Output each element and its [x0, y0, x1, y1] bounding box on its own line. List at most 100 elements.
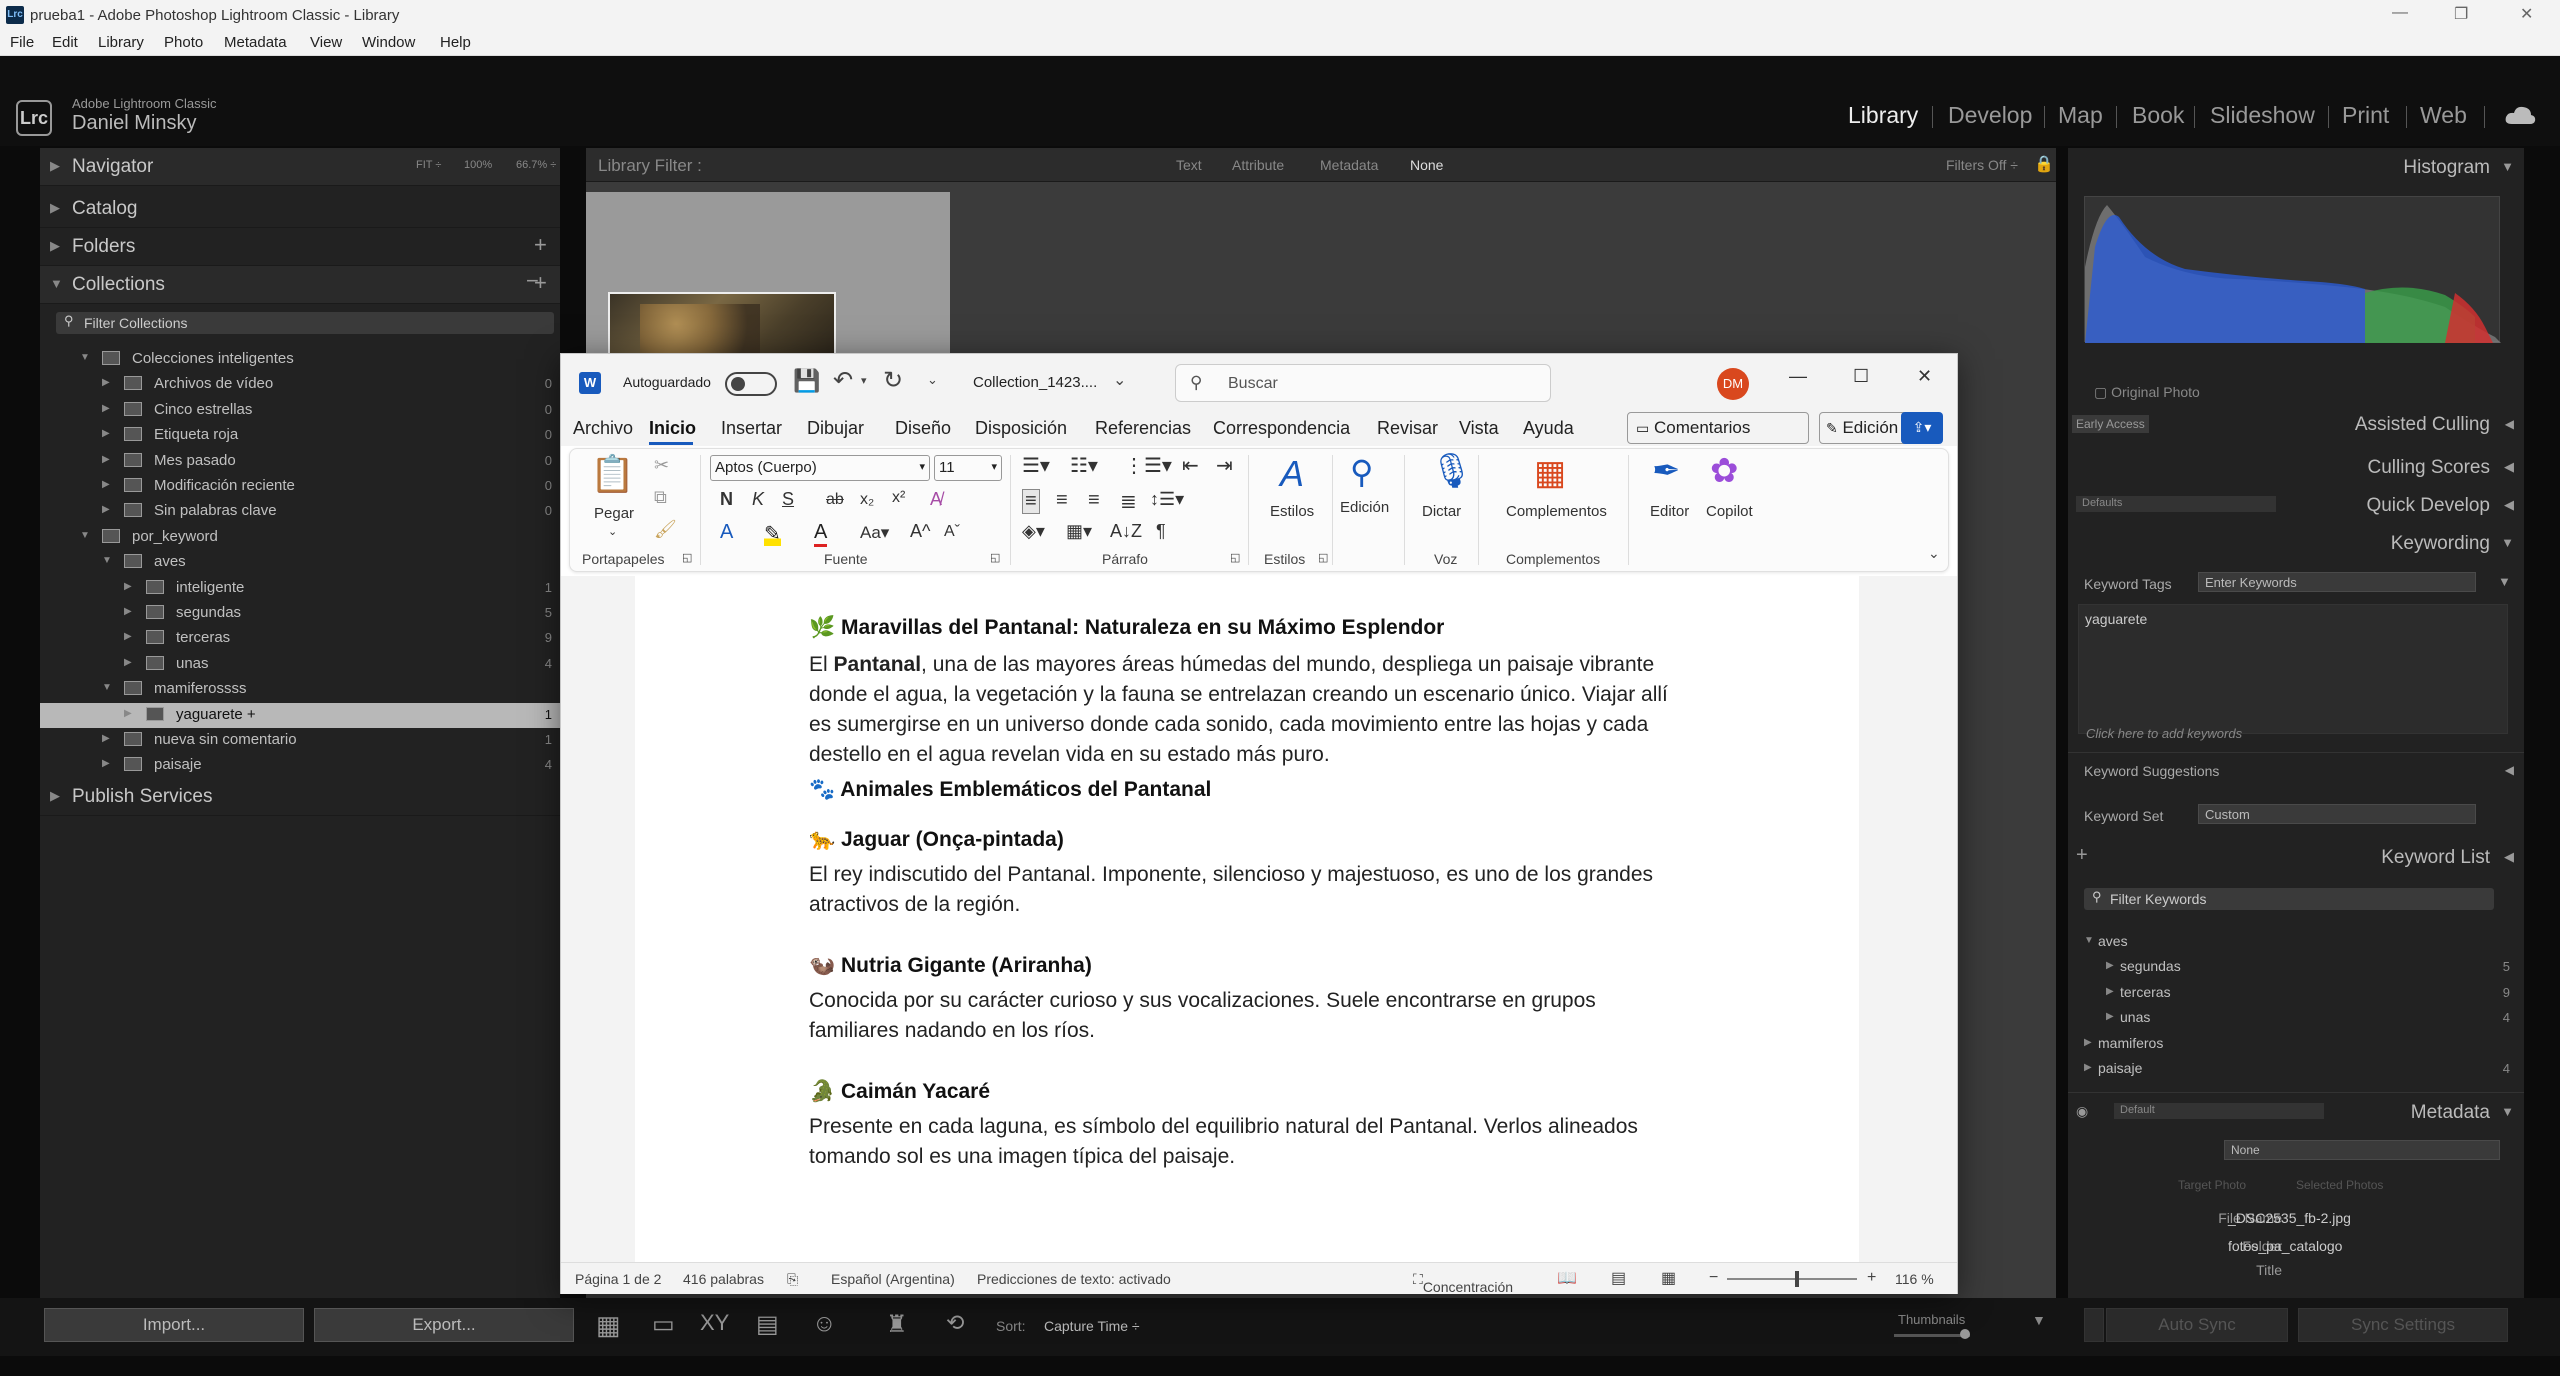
collection-item[interactable]: ▶ nueva sin comentario 1 [40, 728, 560, 753]
keyword-item[interactable]: ▶ terceras 9 [2068, 981, 2524, 1006]
tab-insertar[interactable]: Insertar [721, 418, 782, 439]
cloud-icon[interactable] [2504, 104, 2536, 126]
expand-arrow-icon[interactable]: ▶ [102, 504, 110, 515]
sort-icon[interactable]: A↓Z [1110, 521, 1142, 542]
menu-library[interactable]: Library [98, 34, 144, 51]
document-page[interactable]: 🌿 Maravillas del Pantanal: Naturaleza en… [635, 576, 1859, 1262]
expand-arrow-icon[interactable]: ▶ [124, 708, 132, 719]
save-icon[interactable]: 💾 [793, 368, 820, 394]
proofing-icon[interactable]: ⎘ [787, 1271, 798, 1288]
close-icon[interactable]: ✕ [1917, 366, 1932, 387]
minimize-icon[interactable]: — [1789, 366, 1807, 387]
copilot-icon[interactable]: ✿ [1710, 451, 1739, 491]
grid-view-icon[interactable]: ▦ [596, 1310, 621, 1341]
keyword-list-header[interactable]: + Keyword List ◀ [2068, 838, 2524, 876]
restore-icon[interactable]: ❐ [2454, 4, 2468, 24]
bold-button[interactable]: N [720, 489, 733, 510]
expand-arrow-icon[interactable]: ▶ [2106, 1011, 2114, 1022]
folders-header[interactable]: ▶ Folders + [40, 228, 560, 266]
expand-arrow-icon[interactable]: ▶ [102, 479, 110, 490]
collection-item[interactable]: ▶ Mes pasado 0 [40, 449, 560, 474]
tab-referencias[interactable]: Referencias [1095, 418, 1191, 439]
filter-metadata[interactable]: Metadata [1320, 157, 1378, 173]
customize-qat-icon[interactable]: ⌄ [927, 372, 938, 388]
tab-inicio[interactable]: Inicio [649, 418, 696, 439]
collection-item[interactable]: ▼ por_keyword [40, 525, 560, 550]
dictate-button[interactable]: Dictar [1422, 503, 1461, 520]
shading-icon[interactable]: ◈▾ [1022, 521, 1045, 542]
increase-indent-icon[interactable]: ⇥ [1216, 453, 1233, 478]
microphone-icon[interactable]: 🎙 [1430, 451, 1473, 491]
filter-collections-input[interactable]: ⚲ Filter Collections [56, 312, 554, 334]
defaults-dropdown[interactable]: Defaults [2076, 496, 2276, 512]
spray-can-icon[interactable]: ♜ [886, 1310, 908, 1339]
export-button[interactable]: Export... [314, 1308, 574, 1342]
expand-arrow-icon[interactable]: ▶ [102, 454, 110, 465]
font-size-dropdown[interactable]: 11 ▾ [934, 455, 1002, 481]
metadata-preset-dropdown[interactable]: Default [2114, 1103, 2324, 1119]
collection-item[interactable]: ▶ segundas 5 [40, 601, 560, 626]
avatar[interactable]: DM [1717, 368, 1749, 400]
original-photo-checkbox[interactable]: ▢ Original Photo [2094, 384, 2200, 401]
expand-arrow-icon[interactable]: ▼ [2084, 935, 2094, 946]
format-painter-icon[interactable]: 🖌 [654, 519, 677, 540]
sort-dropdown[interactable]: Capture Time ÷ [1044, 1318, 1140, 1334]
collection-item[interactable]: ▶ terceras 9 [40, 626, 560, 651]
focus-mode[interactable]: ⛶ Concentración [1413, 1271, 1513, 1295]
target-photo-toggle[interactable]: Target Photo [2178, 1178, 2246, 1192]
multilevel-list-icon[interactable]: ⋮☰▾ [1124, 453, 1172, 478]
module-library[interactable]: Library [1848, 102, 1918, 129]
bullets-icon[interactable]: ☰▾ [1022, 453, 1050, 478]
file-name-value[interactable]: _DSC2535_fb-2.jpg [2228, 1210, 2351, 1226]
filter-keywords-input[interactable]: ⚲ Filter Keywords [2084, 888, 2494, 910]
expand-arrow-icon[interactable]: ▶ [102, 377, 110, 388]
expand-arrow-icon[interactable]: ▼ [102, 555, 112, 566]
catalog-header[interactable]: ▶ Catalog [40, 190, 560, 228]
expand-arrow-icon[interactable]: ▶ [124, 657, 132, 668]
folder-value[interactable]: fotos_pa_catalogo [2228, 1238, 2342, 1254]
collection-item[interactable]: ▼ mamiferossss [40, 677, 560, 702]
collection-item[interactable]: ▶ Etiqueta roja 0 [40, 423, 560, 448]
share-button[interactable]: ⇪▾ [1901, 412, 1943, 444]
undo-icon[interactable]: ↶ [833, 366, 853, 395]
menu-photo[interactable]: Photo [164, 34, 203, 51]
comments-button[interactable]: ▭ Comentarios [1627, 412, 1809, 444]
editor-button[interactable]: Editor [1650, 503, 1689, 520]
eye-icon[interactable]: ◉ [2076, 1103, 2088, 1120]
filters-off-dropdown[interactable]: Filters Off ÷ [1946, 157, 2018, 173]
tab-ayuda[interactable]: Ayuda [1523, 418, 1574, 439]
toolbar-menu-icon[interactable]: ▼ [2032, 1312, 2046, 1328]
preset-dropdown[interactable]: None [2224, 1140, 2500, 1160]
highlight-icon[interactable]: ✎ [764, 521, 781, 546]
copy-icon[interactable]: ⧉ [654, 487, 667, 508]
zoom-100[interactable]: 100% [464, 159, 492, 171]
expand-arrow-icon[interactable]: ▶ [102, 403, 110, 414]
collection-item[interactable]: ▶ Modificación reciente 0 [40, 474, 560, 499]
menu-help[interactable]: Help [440, 34, 471, 51]
navigator-header[interactable]: ▶ Navigator FIT ÷ 100% 66.7% ÷ [40, 148, 560, 186]
minimize-icon[interactable]: — [2392, 4, 2408, 22]
metadata-header[interactable]: ◉ Default Metadata ▼ [2068, 1092, 2524, 1130]
collection-item[interactable]: ▶ inteligente 1 [40, 576, 560, 601]
filter-text[interactable]: Text [1176, 157, 1202, 173]
menu-view[interactable]: View [310, 34, 342, 51]
clear-formatting-icon[interactable]: A̸ [930, 489, 942, 510]
thumbnail-cell[interactable] [586, 192, 950, 360]
menu-edit[interactable]: Edit [52, 34, 78, 51]
copilot-button[interactable]: Copilot [1706, 503, 1753, 520]
zoom-custom[interactable]: 66.7% ÷ [516, 159, 556, 171]
expand-arrow-icon[interactable]: ▶ [124, 606, 132, 617]
thumbnail-size-slider[interactable] [1894, 1329, 1970, 1339]
keyword-item[interactable]: ▶ mamiferos [2068, 1032, 2524, 1057]
text-predictions[interactable]: Predicciones de texto: activado [977, 1271, 1171, 1287]
keyword-tags-dropdown[interactable]: Enter Keywords [2198, 572, 2476, 592]
expand-arrow-icon[interactable]: ▶ [102, 733, 110, 744]
zoom-in-icon[interactable]: + [1867, 1269, 1876, 1287]
rotate-icon[interactable]: ⟲ [946, 1310, 964, 1336]
module-book[interactable]: Book [2132, 102, 2184, 129]
tab-archivo[interactable]: Archivo [573, 418, 633, 439]
module-develop[interactable]: Develop [1948, 102, 2032, 129]
addins-button[interactable]: Complementos [1506, 503, 1607, 520]
module-web[interactable]: Web [2420, 102, 2467, 129]
survey-view-icon[interactable]: ▤ [756, 1310, 779, 1339]
